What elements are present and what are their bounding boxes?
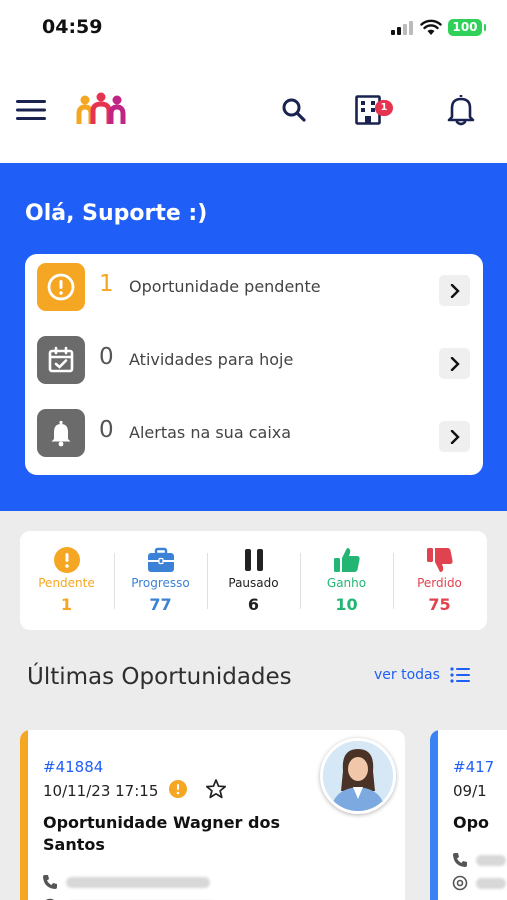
section-title: Últimas Oportunidades bbox=[27, 664, 292, 690]
status-label: Progresso bbox=[131, 576, 190, 590]
redacted-email bbox=[476, 878, 506, 889]
opportunity-date: 10/11/23 17:15 bbox=[43, 782, 159, 800]
bell-icon bbox=[37, 409, 85, 457]
exclamation-circle-icon bbox=[53, 546, 81, 574]
pending-alert-icon bbox=[169, 780, 187, 798]
status-pending[interactable]: Pendente 1 bbox=[20, 531, 113, 630]
app-logo bbox=[76, 92, 126, 124]
summary-row-activities[interactable]: 0 Atividades para hoje bbox=[25, 327, 483, 393]
summary-label: Atividades para hoje bbox=[129, 350, 294, 369]
summary-count: 1 bbox=[99, 271, 114, 297]
summary-count: 0 bbox=[99, 417, 114, 443]
summary-card: 1 Oportunidade pendente 0 Atividades par… bbox=[25, 254, 483, 475]
status-count: 6 bbox=[247, 595, 260, 614]
bell-icon bbox=[447, 95, 475, 126]
thumbs-down-icon bbox=[426, 546, 454, 574]
star-icon[interactable] bbox=[205, 778, 227, 800]
opportunity-id: #41884 bbox=[43, 758, 104, 776]
status-count: 1 bbox=[60, 595, 73, 614]
status-progress[interactable]: Progresso 77 bbox=[114, 531, 207, 630]
see-all-link[interactable]: ver todas bbox=[374, 667, 470, 683]
status-label: Pausado bbox=[228, 576, 279, 590]
clock: 04:59 bbox=[42, 16, 103, 38]
status-paused[interactable]: Pausado 6 bbox=[207, 531, 300, 630]
exclamation-icon bbox=[37, 263, 85, 311]
redacted-phone bbox=[476, 855, 506, 866]
companies-button[interactable]: 1 bbox=[353, 92, 399, 128]
email-icon bbox=[452, 875, 468, 891]
opportunity-card[interactable]: #41884 10/11/23 17:15 Oportunidade Wagne… bbox=[20, 730, 405, 900]
summary-row-pending[interactable]: 1 Oportunidade pendente bbox=[25, 254, 483, 320]
status-bar: 04:59 100 bbox=[0, 0, 507, 60]
status-label: Pendente bbox=[38, 576, 95, 590]
list-icon bbox=[450, 667, 470, 683]
pause-icon bbox=[240, 546, 268, 574]
status-count: 10 bbox=[335, 595, 358, 614]
opportunity-title: Opo bbox=[453, 813, 490, 832]
welcome-panel: Olá, Suporte :) 1 Oportunidade pendente … bbox=[0, 163, 507, 511]
opportunity-title: Oportunidade Wagner dos Santos bbox=[43, 813, 280, 854]
battery-indicator: 100 bbox=[448, 19, 486, 36]
status-stripe bbox=[430, 730, 438, 900]
opportunity-id: #417 bbox=[453, 758, 495, 776]
chevron-right-icon[interactable] bbox=[439, 421, 470, 452]
status-label: Ganho bbox=[326, 576, 367, 590]
status-summary: Pendente 1 Progresso 77 Pausado 6 Ganho … bbox=[20, 531, 487, 630]
thumbs-up-icon bbox=[333, 546, 361, 574]
menu-button[interactable] bbox=[14, 96, 48, 124]
opportunity-card[interactable]: #417 09/1 Opo bbox=[430, 730, 507, 900]
status-won[interactable]: Ganho 10 bbox=[300, 531, 393, 630]
summary-row-alerts[interactable]: 0 Alertas na sua caixa bbox=[25, 400, 483, 466]
status-stripe bbox=[20, 730, 28, 900]
see-all-label: ver todas bbox=[374, 667, 440, 683]
hamburger-icon bbox=[16, 100, 46, 120]
summary-label: Oportunidade pendente bbox=[129, 277, 321, 296]
signal-icon bbox=[391, 21, 415, 35]
phone-icon bbox=[43, 875, 57, 889]
notifications-button[interactable] bbox=[444, 92, 478, 128]
redacted-phone bbox=[66, 877, 210, 888]
chevron-right-icon[interactable] bbox=[439, 348, 470, 379]
summary-count: 0 bbox=[99, 344, 114, 370]
status-lost[interactable]: Perdido 75 bbox=[393, 531, 486, 630]
contact-avatar bbox=[320, 738, 396, 814]
notification-badge: 1 bbox=[375, 100, 393, 116]
top-navbar: 1 bbox=[0, 60, 507, 163]
search-button[interactable] bbox=[278, 94, 310, 126]
wifi-icon bbox=[420, 19, 442, 35]
calendar-check-icon bbox=[37, 336, 85, 384]
search-icon bbox=[282, 98, 306, 122]
briefcase-icon bbox=[147, 546, 175, 574]
greeting-text: Olá, Suporte :) bbox=[25, 201, 208, 226]
opportunity-date: 09/1 bbox=[453, 782, 487, 800]
chevron-right-icon[interactable] bbox=[439, 275, 470, 306]
status-label: Perdido bbox=[417, 576, 462, 590]
status-count: 75 bbox=[428, 595, 451, 614]
phone-icon bbox=[453, 853, 467, 867]
status-count: 77 bbox=[149, 595, 172, 614]
summary-label: Alertas na sua caixa bbox=[129, 423, 292, 442]
